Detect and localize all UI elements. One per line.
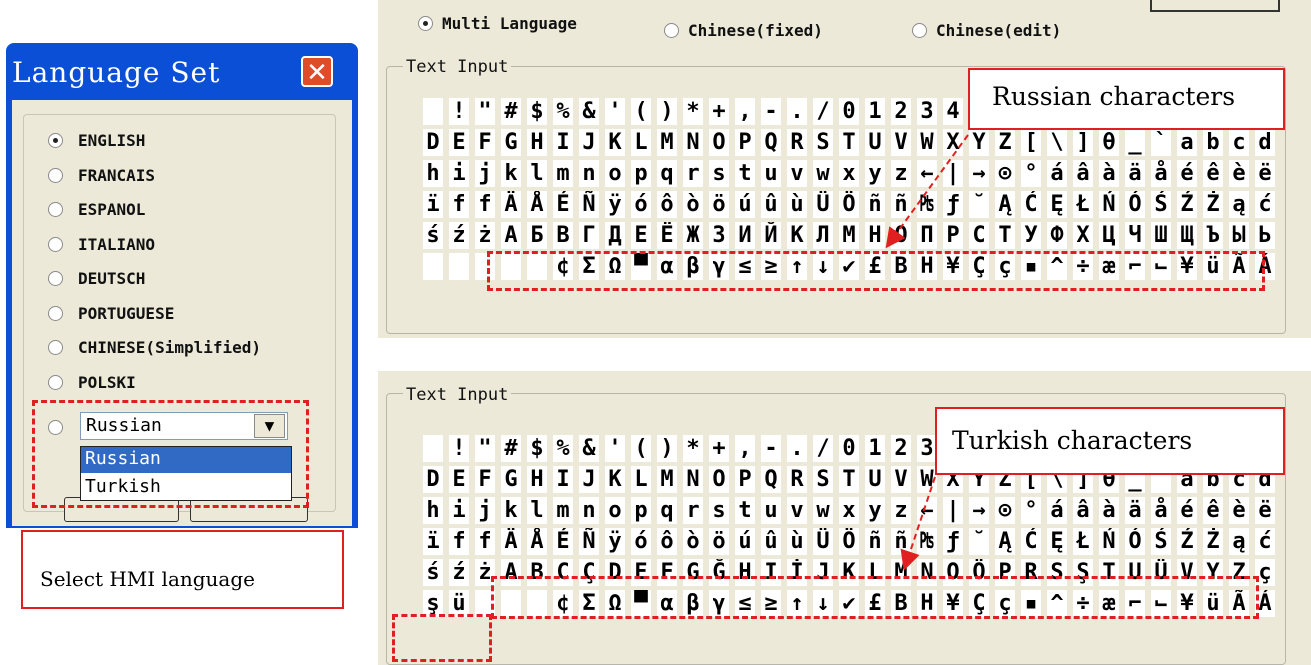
russian-arrow (885, 134, 969, 249)
turkish-arrow (900, 476, 936, 571)
callout-arrows (885, 134, 969, 571)
